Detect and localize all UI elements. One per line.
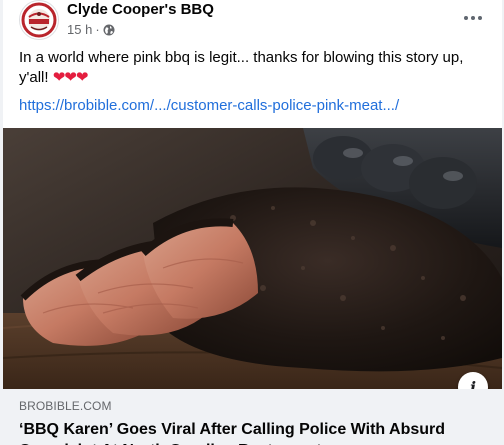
meta-separator: · xyxy=(95,22,100,37)
post-url-link[interactable]: https://brobible.com/.../customer-calls-… xyxy=(19,96,399,116)
link-preview-image[interactable]: i xyxy=(3,128,502,389)
post-timestamp[interactable]: 15 h xyxy=(67,22,92,37)
post-message: In a world where pink bbq is legit... th… xyxy=(19,48,487,88)
more-options-button[interactable] xyxy=(458,6,488,30)
link-headline[interactable]: ‘BBQ Karen’ Goes Viral After Calling Pol… xyxy=(19,419,489,445)
globe-icon xyxy=(103,24,115,35)
brisket-photo xyxy=(3,128,502,389)
more-dot xyxy=(471,16,475,20)
page-avatar[interactable] xyxy=(19,0,59,40)
more-dot xyxy=(478,16,482,20)
facebook-post: Clyde Cooper's BBQ 15 h · In a world whe… xyxy=(3,0,502,445)
post-meta: 15 h · xyxy=(67,22,115,37)
link-domain: BROBIBLE.COM xyxy=(19,399,112,413)
clyde-coopers-logo-icon xyxy=(20,1,58,39)
post-header: Clyde Cooper's BBQ 15 h · xyxy=(3,0,502,46)
info-icon: i xyxy=(469,377,477,390)
red-heart-emoji: ❤❤❤ xyxy=(52,69,89,86)
more-horizontal-icon xyxy=(464,16,468,20)
page-name[interactable]: Clyde Cooper's BBQ xyxy=(67,1,214,18)
link-preview-footer[interactable]: BROBIBLE.COM ‘BBQ Karen’ Goes Viral Afte… xyxy=(3,389,502,445)
